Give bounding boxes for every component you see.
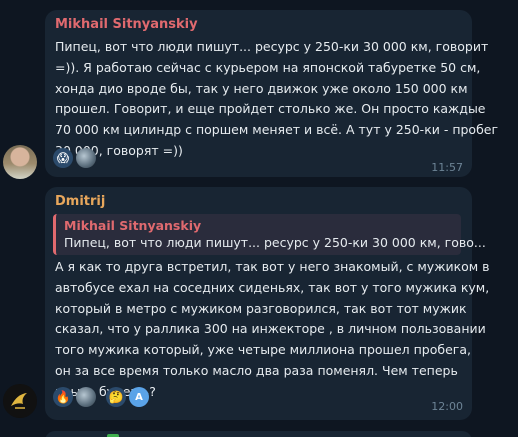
message-text: Пипец, вот что люди пишут... ресурс у 25… (55, 39, 499, 158)
reactions-row: 😱 (53, 148, 96, 168)
reply-quote[interactable]: Mikhail Sitnyanskiy Пипец, вот что люди … (53, 214, 486, 255)
message-bubble[interactable]: Dmitrij Mikhail Sitnyanskiy Пипец, вот ч… (45, 187, 490, 420)
reaction-fire[interactable]: 🔥 (53, 387, 73, 407)
reaction-thinking[interactable]: 🤔 (106, 387, 126, 407)
message-time: 11:57 (431, 161, 463, 174)
reactions-row: 🔥 🤔 A (53, 387, 149, 407)
message-author[interactable]: Dmitrij (55, 194, 105, 209)
reply-text: Пипец, вот что люди пишут... ресурс у 25… (64, 235, 486, 250)
message-bubble[interactable]: Mikhail Sitnyanskiy Пипец, вот что люди … (45, 10, 498, 177)
message-author[interactable]: Mikhail Sitnyanskiy (55, 17, 198, 32)
reaction-user-avatar-letter[interactable]: A (129, 387, 149, 407)
message-bubble[interactable] (45, 431, 472, 437)
reaction-user-avatar[interactable] (76, 387, 96, 407)
reaction-scream[interactable]: 😱 (53, 148, 73, 168)
chat-area: Mikhail Sitnyanskiy Пипец, вот что люди … (0, 0, 518, 437)
avatar[interactable] (3, 384, 37, 418)
reaction-user-avatar[interactable] (76, 148, 96, 168)
message-text: А я как то друга встретил, так вот у нег… (55, 259, 490, 399)
reply-author: Mikhail Sitnyanskiy (64, 218, 202, 233)
message-time: 12:00 (431, 400, 463, 413)
avatar-logo-icon (3, 384, 37, 418)
avatar[interactable] (3, 145, 37, 179)
